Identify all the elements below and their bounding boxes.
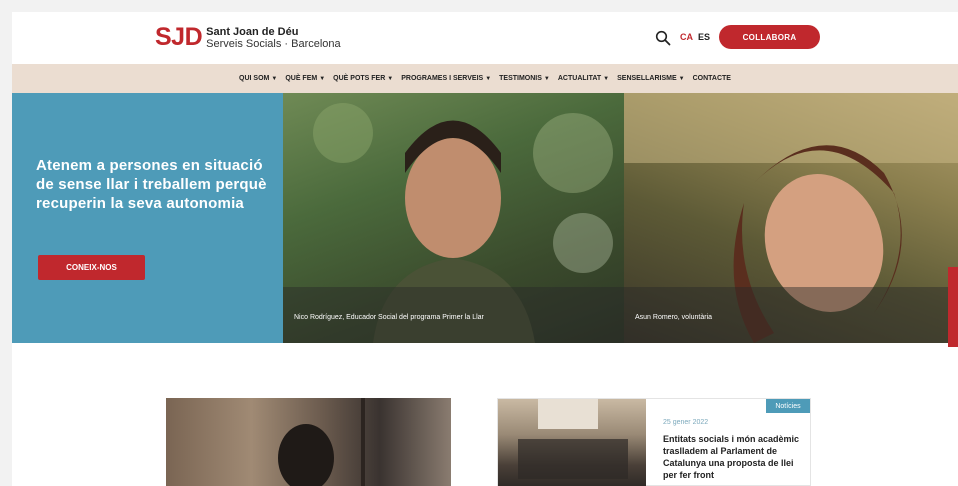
news-badge: Notícies xyxy=(766,399,810,413)
nav-item-label: QUÈ POTS FER xyxy=(333,75,386,82)
site-logo[interactable]: SJD Sant Joan de Déu Serveis Socials · B… xyxy=(155,25,341,50)
featured-card-image[interactable] xyxy=(166,398,451,486)
news-image-illustration xyxy=(518,399,628,479)
nav-item-programes-i-serveis[interactable]: PROGRAMES I SERVEIS ▼ xyxy=(401,75,491,82)
nav-item-sensellarisme[interactable]: SENSELLARISME ▼ xyxy=(617,75,684,82)
nav-item-què-fem[interactable]: QUÈ FEM ▼ xyxy=(285,75,325,82)
logo-text: Sant Joan de Déu Serveis Socials · Barce… xyxy=(206,26,341,50)
nav-item-label: TESTIMONIS xyxy=(499,75,542,82)
nav-item-actualitat[interactable]: ACTUALITAT ▼ xyxy=(558,75,609,82)
language-ca-link[interactable]: CA xyxy=(680,32,693,42)
hero-banner: Atenem a persones en situació de sense l… xyxy=(12,93,958,343)
chevron-down-icon: ▼ xyxy=(603,75,610,82)
nav-item-label: QUÈ FEM xyxy=(285,75,318,82)
chevron-down-icon: ▼ xyxy=(271,75,278,82)
hero-photo-asun: Asun Romero, voluntària xyxy=(624,93,958,343)
page: SJD Sant Joan de Déu Serveis Socials · B… xyxy=(12,12,958,486)
news-title[interactable]: Entitats socials i món acadèmic trasllad… xyxy=(663,433,803,481)
nav-item-label: SENSELLARISME xyxy=(617,75,677,82)
side-tab[interactable] xyxy=(948,267,958,347)
coneix-nos-button[interactable]: CONEIX-NOS xyxy=(38,255,145,280)
logo-mark: SJD xyxy=(155,23,203,51)
language-es-link[interactable]: ES xyxy=(698,32,710,42)
site-header: SJD Sant Joan de Déu Serveis Socials · B… xyxy=(12,12,958,64)
nav-item-contacte[interactable]: CONTACTE xyxy=(693,75,731,82)
chevron-down-icon: ▼ xyxy=(485,75,492,82)
news-card[interactable]: Notícies 25 gener 2022 Entitats socials … xyxy=(497,398,811,486)
nav-item-label: ACTUALITAT xyxy=(557,75,602,82)
logo-line-1: Sant Joan de Déu xyxy=(206,25,299,38)
nav-list: QUI SOM ▼ QUÈ FEM ▼ QUÈ POTS FER ▼ PROGRAMES I… xyxy=(239,75,731,82)
photo-caption: Asun Romero, voluntària xyxy=(635,314,713,321)
news-date: 25 gener 2022 xyxy=(663,419,709,426)
nav-item-label: QUI SOM xyxy=(239,75,270,82)
search-icon[interactable] xyxy=(655,30,671,46)
logo-line-2: Serveis Socials · Barcelona xyxy=(206,37,341,50)
nav-item-label: PROGRAMES I SERVEIS xyxy=(401,75,484,82)
chevron-down-icon: ▼ xyxy=(678,75,685,82)
photo-caption: Nico Rodríguez, Educador Social del prog… xyxy=(294,314,484,321)
chevron-down-icon: ▼ xyxy=(387,75,394,82)
hero-photo-nico: Nico Rodríguez, Educador Social del prog… xyxy=(283,93,624,343)
chevron-down-icon: ▼ xyxy=(543,75,550,82)
news-card-image xyxy=(498,399,646,486)
nav-item-què-pots-fer[interactable]: QUÈ POTS FER ▼ xyxy=(333,75,393,82)
nav-item-testimonis[interactable]: TESTIMONIS ▼ xyxy=(499,75,550,82)
nav-item-label: CONTACTE xyxy=(692,75,731,82)
collabora-button[interactable]: COLLABORA xyxy=(719,25,820,49)
nav-item-qui-som[interactable]: QUI SOM ▼ xyxy=(239,75,277,82)
card-image-illustration xyxy=(278,398,365,486)
main-nav: QUI SOM ▼ QUÈ FEM ▼ QUÈ POTS FER ▼ PROGRAMES I… xyxy=(12,64,958,93)
hero-panel: Atenem a persones en situació de sense l… xyxy=(12,93,283,343)
hero-title: Atenem a persones en situació de sense l… xyxy=(36,157,267,212)
chevron-down-icon: ▼ xyxy=(319,75,326,82)
